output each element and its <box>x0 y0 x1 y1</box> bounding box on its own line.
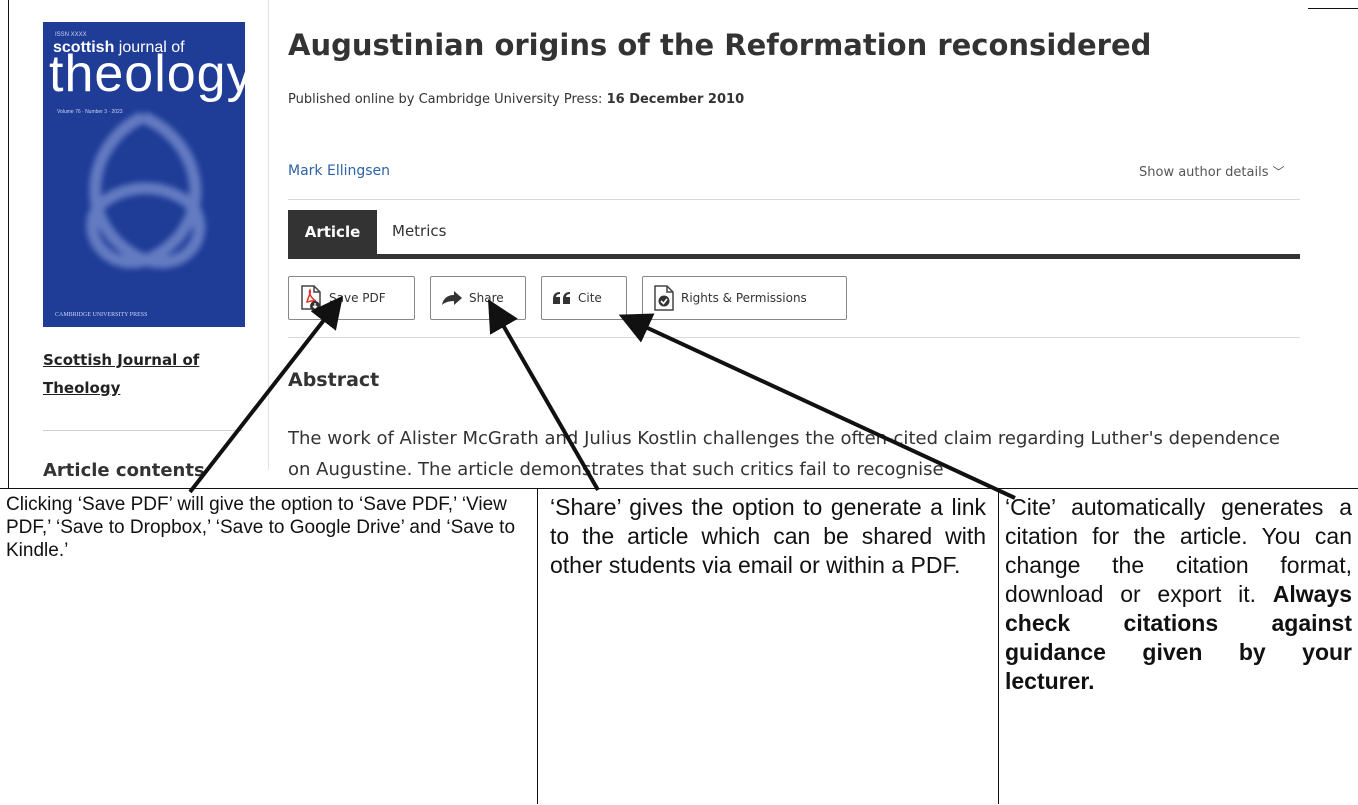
article-tabs: Article Metrics <box>288 210 1300 254</box>
frame-left-border <box>8 0 9 488</box>
cite-button[interactable]: Cite <box>541 276 627 320</box>
cover-volume: Volume 76 · Number 3 · 2023 <box>57 109 123 115</box>
column-divider <box>268 0 269 470</box>
cover-journal-title: theology <box>49 45 245 103</box>
show-author-details-toggle[interactable]: Show author details ﹀ <box>1139 163 1285 180</box>
table-column-separator <box>537 488 538 804</box>
issn-text: ISSN XXXX <box>55 32 87 38</box>
share-button[interactable]: Share <box>430 276 526 320</box>
chevron-down-icon: ﹀ <box>1272 165 1285 179</box>
pdf-download-icon <box>301 285 321 311</box>
quote-icon <box>553 292 570 304</box>
cite-annotation: ‘Cite’ automatically generates a citatio… <box>1005 494 1352 694</box>
share-annotation: ‘Share’ gives the option to generate a l… <box>550 494 986 578</box>
annotation-table: Clicking ‘Save PDF’ will give the option… <box>0 488 1358 805</box>
save-pdf-annotation: Clicking ‘Save PDF’ will give the option… <box>6 494 516 561</box>
tab-article[interactable]: Article <box>288 210 377 254</box>
frame-top-border <box>1308 8 1358 9</box>
table-column-separator <box>998 488 999 804</box>
rights-permissions-button[interactable]: Rights & Permissions <box>642 276 847 320</box>
divider <box>288 337 1300 338</box>
journal-cover-image[interactable]: ISSN XXXX scottish journal of theology V… <box>43 22 245 327</box>
article-contents-heading: Article contents <box>43 460 205 481</box>
tab-metrics[interactable]: Metrics <box>392 222 446 240</box>
journal-link[interactable]: Scottish Journal of Theology <box>43 346 243 402</box>
abstract-text: The work of Alister McGrath and Julius K… <box>288 428 1280 480</box>
tab-underline <box>288 254 1300 259</box>
abstract-heading: Abstract <box>288 369 380 391</box>
save-pdf-button[interactable]: Save PDF <box>288 276 415 320</box>
annotated-screenshot: ISSN XXXX scottish journal of theology V… <box>0 0 1358 804</box>
published-line: Published online by Cambridge University… <box>288 92 745 107</box>
article-title: Augustinian origins of the Reformation r… <box>288 28 1152 62</box>
author-link[interactable]: Mark Ellingsen <box>288 163 390 179</box>
document-check-icon <box>654 285 674 311</box>
divider <box>288 199 1300 200</box>
share-arrow-icon <box>442 291 462 305</box>
cover-publisher: CAMBRIDGE UNIVERSITY PRESS <box>55 312 148 318</box>
divider <box>43 430 243 431</box>
